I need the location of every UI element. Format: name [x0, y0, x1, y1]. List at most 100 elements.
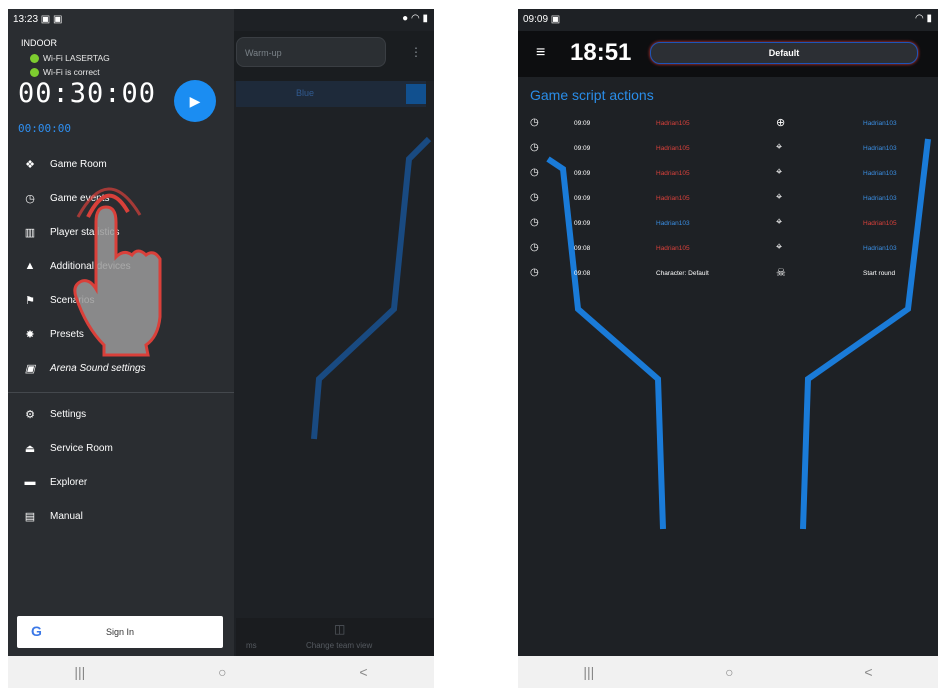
crosshair-icon: ⌖	[776, 166, 783, 178]
warmup-field[interactable]: Warm-up	[236, 37, 386, 67]
timer-icon: ◷	[530, 217, 539, 228]
action-target: Start round	[863, 270, 896, 277]
back-button[interactable]: <	[359, 664, 367, 680]
status-bar: 13:23 ▣ ▣	[8, 9, 234, 31]
action-time: 09:08	[574, 270, 591, 277]
action-target: Hadrian105	[863, 220, 897, 227]
game-clock: 18:51	[570, 39, 632, 66]
wifi-ok-dot-icon	[30, 53, 39, 63]
list-item[interactable]: ◷ 09:09 Hadrian103 ⌖ Hadrian105	[518, 211, 938, 236]
recent-apps-button[interactable]: |||	[74, 664, 85, 680]
status-bar: 09:09 ▣ ◠ ▮	[518, 9, 938, 31]
status-icons: ● ◠ ▮	[402, 13, 428, 24]
menu-item-service-room[interactable]: ⏏ Service Room	[8, 431, 234, 465]
flag-icon: ⚑	[25, 294, 35, 307]
list-item[interactable]: ◷ 09:09 Hadrian105 ⌖ Hadrian103	[518, 161, 938, 186]
menu-item-label: Settings	[50, 408, 87, 420]
home-button[interactable]: ○	[725, 664, 733, 680]
more-menu-icon[interactable]: ⋮	[410, 45, 422, 59]
list-item[interactable]: ◷ 09:08 Character: Default ☠ Start round	[518, 261, 938, 286]
crosshair-icon: ⌖	[776, 191, 783, 203]
team-label: Blue	[296, 88, 315, 98]
sound-settings-icon: ▣	[24, 362, 36, 375]
action-target: Hadrian103	[863, 245, 897, 252]
right-phone-screen: 09:09 ▣ ◠ ▮ ≡ 18:51 Default Game script …	[518, 9, 938, 688]
action-target: Hadrian103	[863, 120, 897, 127]
crosshair-icon: ⌖	[776, 216, 783, 228]
menu-item-game-room[interactable]: ❖ Game Room	[8, 147, 234, 181]
team-color-square	[406, 84, 426, 104]
crosshair-icon: ⌖	[776, 241, 783, 253]
action-time: 09:09	[574, 120, 591, 127]
stats-icon: ▥	[24, 226, 36, 239]
book-icon: ▤	[24, 510, 36, 523]
action-target: Hadrian103	[863, 170, 897, 177]
wifi-check-text: Wi-Fi is correct	[43, 67, 100, 77]
menu-divider	[8, 392, 234, 393]
system-nav-bar: ||| ○ <	[518, 656, 938, 688]
action-actor: Hadrian105	[656, 145, 690, 152]
hamburger-menu-icon[interactable]: ≡	[536, 44, 545, 62]
action-time: 09:09	[574, 170, 591, 177]
menu-item-manual[interactable]: ▤ Manual	[8, 499, 234, 533]
underlying-bottom-bar: ms ◫ Change team view	[236, 618, 434, 656]
action-time: 09:09	[574, 145, 591, 152]
arena-mode-label: INDOOR	[21, 38, 57, 48]
folder-icon: ▬	[24, 476, 36, 488]
change-team-view-label[interactable]: Change team view	[306, 641, 372, 650]
section-heading: Game script actions	[530, 87, 654, 103]
play-button[interactable]: ▶	[174, 80, 216, 122]
system-nav-bar: ||| ○ <	[8, 656, 434, 688]
list-item[interactable]: ◷ 09:08 Hadrian105 ⌖ Hadrian103	[518, 236, 938, 261]
wifi-correct-dot-icon	[30, 67, 39, 77]
menu-item-label: Game Room	[50, 158, 107, 170]
sign-in-label: Sign In	[105, 627, 135, 637]
menu-item-label: Service Room	[50, 442, 113, 454]
action-target: Hadrian103	[863, 195, 897, 202]
action-actor: Hadrian105	[656, 120, 690, 127]
devices-icon: ▲	[24, 260, 36, 272]
background-light-stripe	[311, 136, 432, 440]
actions-list: ◷ 09:09 Hadrian105 ⊕ Hadrian103 ◷ 09:09 …	[518, 111, 938, 286]
play-icon: ▶	[189, 92, 201, 109]
hit-target-icon: ⊕	[776, 117, 786, 129]
list-item[interactable]: ◷ 09:09 Hadrian105 ⌖ Hadrian103	[518, 136, 938, 161]
left-phone-screen: Warm-up ⋮ Blue ms ◫ Change team view 13:…	[8, 9, 434, 688]
action-time: 09:09	[574, 220, 591, 227]
status-icons: ◠ ▮	[914, 13, 932, 24]
drawer-menu-bottom: ⚙ Settings ⏏ Service Room ▬ Explorer ▤ M…	[8, 397, 234, 533]
list-item[interactable]: ◷ 09:09 Hadrian105 ⊕ Hadrian103	[518, 111, 938, 136]
timer-icon: ◷	[530, 117, 539, 128]
timer-icon: ◷	[530, 242, 539, 253]
wifi-status-row: Wi-Fi LASERTAG	[30, 53, 110, 63]
status-time: 13:23 ▣ ▣	[13, 14, 63, 25]
home-button[interactable]: ○	[218, 664, 226, 680]
action-actor: Hadrian105	[656, 195, 690, 202]
gamepad-icon: ❖	[25, 158, 35, 171]
app-header: ≡ 18:51 Default	[518, 31, 938, 77]
timer-icon: ◷	[530, 267, 539, 278]
menu-item-label: Manual	[50, 510, 83, 522]
profile-selector[interactable]: Default	[650, 42, 918, 64]
bottom-label: ms	[246, 641, 257, 650]
action-actor: Hadrian105	[656, 170, 690, 177]
menu-item-explorer[interactable]: ▬ Explorer	[8, 465, 234, 499]
action-actor: Hadrian103	[656, 220, 690, 227]
timer-icon: ◷	[530, 167, 539, 178]
list-item[interactable]: ◷ 09:09 Hadrian105 ⌖ Hadrian103	[518, 186, 938, 211]
action-actor: Character: Default	[656, 270, 709, 277]
crosshair-icon: ⌖	[776, 141, 783, 153]
google-sign-in-button[interactable]: G Sign In	[17, 616, 223, 648]
timer-icon: ◷	[530, 142, 539, 153]
team-view-icon[interactable]: ◫	[334, 622, 345, 636]
timer-icon: ◷	[530, 192, 539, 203]
google-icon: G	[31, 623, 42, 639]
team-bar[interactable]: Blue	[236, 81, 426, 107]
recent-apps-button[interactable]: |||	[583, 664, 594, 680]
action-target: Hadrian103	[863, 145, 897, 152]
tap-hand-icon	[73, 187, 162, 357]
status-time: 09:09 ▣	[523, 14, 561, 25]
menu-item-settings[interactable]: ⚙ Settings	[8, 397, 234, 431]
back-button[interactable]: <	[864, 664, 872, 680]
elapsed-timer: 00:00:00	[18, 122, 71, 135]
